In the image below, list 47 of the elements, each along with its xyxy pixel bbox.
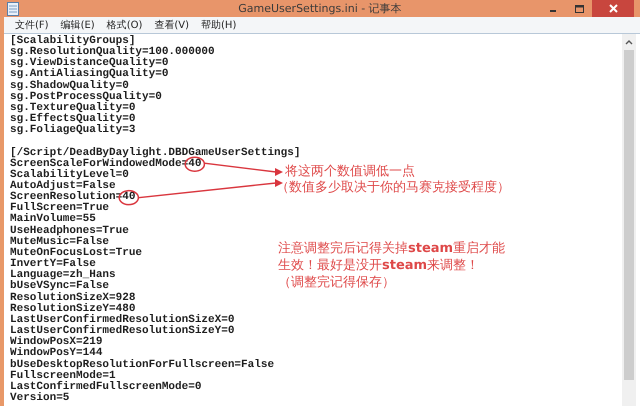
close-button[interactable] bbox=[592, 0, 634, 17]
annotation-text: （数值多少取决于你的马赛克接受程度） bbox=[276, 180, 510, 196]
setting-line: ScalabilityLevel=0 bbox=[10, 170, 129, 181]
section-header: [ScalabilityGroups] bbox=[10, 36, 136, 47]
setting-line: LastConfirmedFullscreenMode=0 bbox=[10, 382, 202, 393]
setting-line: UseHeadphones=True bbox=[10, 226, 129, 237]
setting-line: LastUserConfirmedResolutionSizeX=0 bbox=[10, 314, 234, 326]
scrollbar[interactable] bbox=[622, 34, 636, 406]
setting-line: ResolutionSizeY=480 bbox=[10, 304, 136, 315]
menu-item[interactable]: 格式(O) bbox=[102, 18, 148, 32]
menu-item[interactable]: 文件(F) bbox=[10, 18, 54, 32]
maximize-icon bbox=[574, 4, 584, 12]
setting-line: Language=zh_Hans bbox=[10, 270, 116, 282]
note-text: （调整完记得保存） bbox=[278, 274, 396, 291]
note-text: 注意调整完后记得关掉steam重启才能 bbox=[278, 240, 506, 257]
setting-line: sg.TextureQuality=0 bbox=[10, 102, 136, 114]
close-icon bbox=[608, 4, 618, 13]
setting-line: WindowPosX=219 bbox=[10, 337, 102, 348]
setting-line: ResolutionSizeX=928 bbox=[10, 292, 136, 304]
window-title: GameUserSettings.ini - 记事本 bbox=[237, 1, 403, 16]
setting-line: Version=5 bbox=[10, 392, 70, 404]
setting-line: sg.ViewDistanceQuality=0 bbox=[10, 58, 168, 70]
note-text: 生效！最好是没开steam来调整！ bbox=[278, 257, 480, 274]
setting-line: bUseDesktopResolutionForFullscreen=False bbox=[10, 360, 274, 371]
section-header: [/Script/DeadByDaylight.DBDGameUserSettings] bbox=[10, 148, 300, 159]
menu-item[interactable]: 帮助(H) bbox=[196, 18, 242, 32]
setting-line: FullscreenMode=1 bbox=[10, 370, 116, 382]
scroll-up-icon[interactable] bbox=[625, 40, 633, 45]
setting-line: LastUserConfirmedResolutionSizeY=0 bbox=[10, 326, 234, 338]
setting-line: bUseVSync=False bbox=[10, 281, 110, 292]
setting-line: sg.FoliageQuality=3 bbox=[10, 125, 136, 136]
annotation-text: 将这两个数值调低一点 bbox=[285, 164, 416, 180]
setting-line: sg.PostProcessQuality=0 bbox=[10, 92, 162, 103]
setting-line: MuteOnFocusLost=True bbox=[10, 248, 142, 259]
setting-line: AutoAdjust=False bbox=[10, 181, 116, 192]
setting-line: InvertY=False bbox=[10, 259, 96, 270]
menu-item[interactable]: 编辑(E) bbox=[56, 18, 100, 32]
setting-line: sg.AntiAliasingQuality=0 bbox=[10, 69, 168, 80]
setting-line: MuteMusic=False bbox=[10, 236, 110, 248]
setting-line: sg.EffectsQuality=0 bbox=[10, 114, 136, 126]
setting-line: sg.ShadowQuality=0 bbox=[10, 80, 129, 92]
scroll-thumb[interactable] bbox=[624, 50, 634, 380]
setting-line: WindowPosY=144 bbox=[10, 348, 102, 360]
setting-line: MainVolume=55 bbox=[10, 214, 96, 226]
setting-line: sg.ResolutionQuality=100.000000 bbox=[10, 47, 215, 58]
setting-line: FullScreen=True bbox=[10, 203, 110, 214]
menu-item[interactable]: 查看(V) bbox=[149, 18, 194, 32]
